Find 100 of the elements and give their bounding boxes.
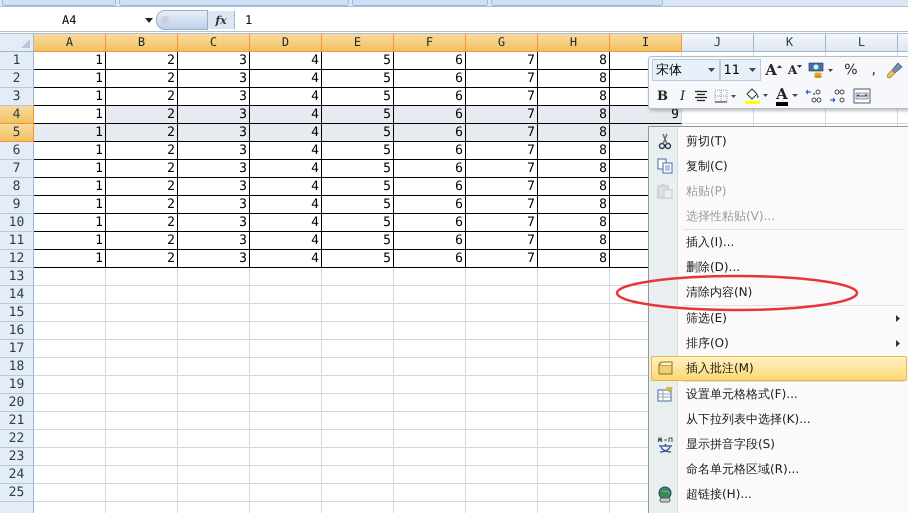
table-cell[interactable]: 8 [538,142,610,160]
table-cell[interactable]: 2 [106,70,178,88]
table-cell[interactable]: 2 [106,250,178,268]
menu-item[interactable]: 设置单元格格式(F)... [651,382,907,407]
menu-item[interactable]: 排序(O) [651,331,907,356]
table-cell[interactable]: 4 [250,124,322,142]
table-cell[interactable]: 7 [466,124,538,142]
table-cell[interactable]: 4 [250,160,322,178]
table-cell[interactable]: 6 [394,52,466,70]
format-button[interactable]: , [866,59,882,81]
table-cell[interactable]: 3 [178,106,250,124]
row-header[interactable]: 14 [0,286,34,304]
table-cell[interactable]: 3 [178,214,250,232]
column-header[interactable]: D [250,34,322,52]
table-cell[interactable]: 1 [34,142,106,160]
row-header[interactable]: 24 [0,466,34,484]
table-cell[interactable]: 4 [250,70,322,88]
row-header[interactable]: 15 [0,304,34,322]
table-cell[interactable]: 3 [178,160,250,178]
table-cell[interactable]: 3 [178,178,250,196]
table-cell[interactable]: 5 [322,142,394,160]
menu-item[interactable]: 插入(I)... [651,230,907,255]
row-header[interactable]: 17 [0,340,34,358]
table-cell[interactable]: 2 [106,160,178,178]
menu-item[interactable]: 命名单元格区域(R)... [651,457,907,482]
table-cell[interactable]: 5 [322,178,394,196]
row-header[interactable]: 8 [0,178,34,196]
table-cell[interactable]: 4 [250,52,322,70]
table-cell[interactable]: 2 [106,232,178,250]
row-header[interactable]: 22 [0,430,34,448]
table-cell[interactable]: 7 [466,196,538,214]
table-cell[interactable]: 6 [394,232,466,250]
table-cell[interactable]: 8 [538,160,610,178]
row-header[interactable]: 12 [0,250,34,268]
table-cell[interactable]: 3 [178,70,250,88]
row-header[interactable]: 3 [0,88,34,106]
row-header[interactable]: 18 [0,358,34,376]
column-header[interactable]: K [754,34,826,52]
menu-item[interactable]: 从下拉列表中选择(K)... [651,407,907,432]
column-header[interactable]: E [322,34,394,52]
table-cell[interactable]: 4 [250,214,322,232]
row-header[interactable]: 16 [0,322,34,340]
table-cell[interactable]: 3 [178,250,250,268]
row-header[interactable]: 4 [0,106,34,124]
row-header[interactable]: 11 [0,232,34,250]
row-header[interactable]: 10 [0,214,34,232]
table-cell[interactable]: 1 [34,214,106,232]
table-cell[interactable]: 2 [106,106,178,124]
table-cell[interactable]: 7 [466,232,538,250]
table-cell[interactable]: 5 [322,250,394,268]
table-cell[interactable]: 4 [250,232,322,250]
table-cell[interactable]: 3 [178,124,250,142]
column-header[interactable]: H [538,34,610,52]
row-header[interactable]: 19 [0,376,34,394]
table-cell[interactable]: 6 [394,70,466,88]
table-cell[interactable]: 8 [538,250,610,268]
font-dropdown[interactable]: 宋体 [652,59,720,81]
row-header[interactable]: 5 [0,124,34,142]
table-cell[interactable]: 3 [178,142,250,160]
column-header[interactable]: J [682,34,754,52]
row-header[interactable]: 1 [0,52,34,70]
table-cell[interactable]: 8 [538,70,610,88]
table-cell[interactable]: 1 [34,70,106,88]
row-header[interactable]: 2 [0,70,34,88]
table-cell[interactable]: 2 [106,196,178,214]
table-cell[interactable]: 3 [178,232,250,250]
bold-button[interactable]: B [652,85,673,107]
row-header[interactable]: 7 [0,160,34,178]
table-cell[interactable]: 7 [466,52,538,70]
table-cell[interactable]: 1 [34,250,106,268]
format-button[interactable]: % [838,59,864,81]
table-cell[interactable]: 5 [322,52,394,70]
table-cell[interactable]: 5 [322,196,394,214]
menu-item[interactable]: 剪切(T) [651,129,907,154]
row-header[interactable]: 21 [0,412,34,430]
table-cell[interactable]: 7 [466,178,538,196]
table-cell[interactable]: 8 [538,106,610,124]
table-cell[interactable]: 5 [322,106,394,124]
table-cell[interactable]: 8 [538,178,610,196]
table-cell[interactable]: 8 [538,232,610,250]
table-cell[interactable]: 4 [250,196,322,214]
table-cell[interactable]: 6 [394,106,466,124]
table-cell[interactable]: 2 [106,178,178,196]
table-cell[interactable]: 7 [466,160,538,178]
table-cell[interactable]: 1 [34,178,106,196]
column-header[interactable]: I [610,34,682,52]
table-cell[interactable]: 6 [394,160,466,178]
table-cell[interactable]: 8 [538,214,610,232]
column-header[interactable]: G [466,34,538,52]
table-cell[interactable]: 3 [178,196,250,214]
table-cell[interactable]: 5 [322,70,394,88]
table-cell[interactable]: 1 [34,196,106,214]
table-cell[interactable]: 6 [394,178,466,196]
table-cell[interactable]: 7 [466,142,538,160]
table-cell[interactable]: 1 [34,160,106,178]
row-header[interactable]: 9 [0,196,34,214]
size-dropdown[interactable]: 11 [720,59,762,81]
table-cell[interactable]: 5 [322,160,394,178]
table-cell[interactable]: 1 [34,52,106,70]
row-header[interactable]: 25 [0,484,34,502]
